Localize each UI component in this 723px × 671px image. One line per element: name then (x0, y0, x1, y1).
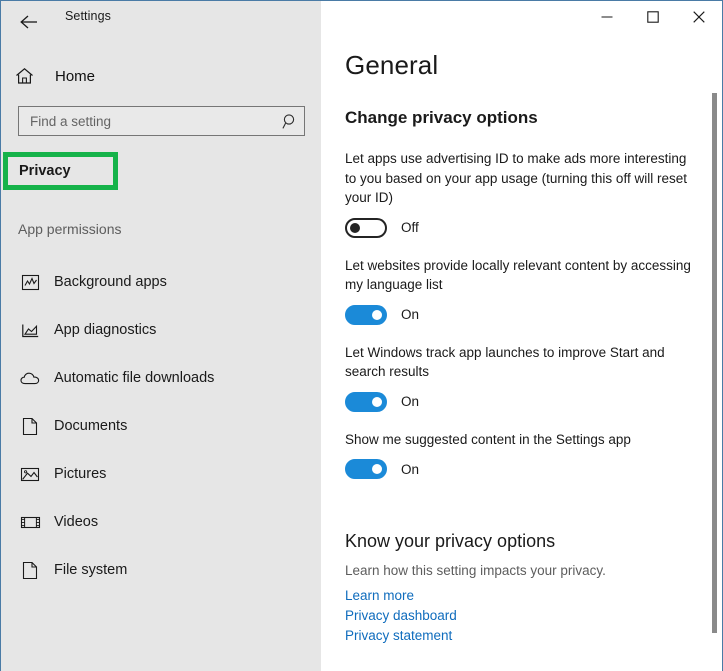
window-titlebar: Settings (1, 1, 321, 47)
suggested-content-toggle[interactable] (345, 459, 387, 479)
toggle-row: On (345, 304, 700, 326)
privacy-links: Learn more Privacy dashboard Privacy sta… (345, 586, 700, 646)
toggle-state-label: On (401, 307, 420, 322)
back-arrow-icon[interactable] (11, 6, 47, 38)
sidebar-section-header: App permissions (18, 221, 122, 237)
section-title: Change privacy options (345, 108, 538, 127)
sidebar-item-label: Automatic file downloads (54, 370, 215, 386)
search-box[interactable] (18, 106, 305, 136)
sidebar-item-label: Pictures (54, 466, 107, 482)
learn-more-link[interactable]: Learn more (345, 586, 414, 606)
sidebar-item-privacy[interactable]: Privacy (3, 152, 118, 190)
search-input[interactable] (19, 107, 276, 135)
sidebar-item-label: Videos (54, 514, 99, 530)
home-icon (15, 67, 49, 85)
picture-icon (19, 463, 41, 485)
window-controls (584, 1, 722, 33)
setting-description: Let apps use advertising ID to make ads … (345, 151, 687, 205)
language-list-toggle[interactable] (345, 304, 387, 325)
sidebar-nav-list: Background apps App diagnostics Automati… (1, 258, 321, 594)
toggle-row: Off (345, 217, 700, 239)
app-title: Settings (65, 9, 111, 23)
sidebar-item-privacy-label: Privacy (19, 163, 71, 179)
sidebar-item-label: File system (54, 562, 128, 578)
setting-description: Show me suggested content in the Setting… (345, 431, 631, 447)
setting-language-list: Let websites provide locally relevant co… (345, 256, 700, 326)
sidebar: Settings Home Privacy (1, 1, 321, 671)
toggle-state-label: On (401, 394, 420, 409)
content-pane: General Change privacy options Let apps … (322, 1, 722, 671)
sidebar-item-home-label: Home (55, 67, 96, 85)
sidebar-item-background-apps[interactable]: Background apps (1, 258, 321, 306)
know-your-privacy-options-section: Know your privacy options Learn how this… (345, 531, 700, 646)
scrollbar-thumb[interactable] (712, 93, 717, 633)
sidebar-item-app-diagnostics[interactable]: App diagnostics (1, 306, 321, 354)
sidebar-item-label: Background apps (54, 274, 167, 290)
sidebar-item-label: Documents (54, 418, 128, 434)
advertising-id-toggle[interactable] (345, 217, 387, 238)
sidebar-item-pictures[interactable]: Pictures (1, 450, 321, 498)
setting-suggested-content: Show me suggested content in the Setting… (345, 430, 700, 481)
page-title: General (345, 50, 439, 80)
video-icon (19, 511, 41, 533)
cloud-icon (19, 367, 41, 389)
content-scrollbar[interactable] (709, 33, 721, 671)
sidebar-item-home[interactable]: Home (1, 59, 321, 93)
sidebar-item-automatic-file-downloads[interactable]: Automatic file downloads (1, 354, 321, 402)
privacy-dashboard-link[interactable]: Privacy dashboard (345, 606, 457, 626)
toggle-state-label: Off (401, 220, 419, 235)
toggle-row: On (345, 391, 700, 413)
settings-list: Let apps use advertising ID to make ads … (345, 149, 700, 497)
setting-advertising-id: Let apps use advertising ID to make ads … (345, 149, 700, 239)
maximize-icon[interactable] (630, 1, 676, 33)
close-icon[interactable] (676, 1, 722, 33)
setting-description: Let Windows track app launches to improv… (345, 344, 665, 380)
document-icon (19, 415, 41, 437)
app-launch-tracking-toggle[interactable] (345, 391, 387, 412)
file-system-icon (19, 559, 41, 581)
sidebar-item-label: App diagnostics (54, 322, 157, 338)
settings-window: Settings Home Privacy (0, 0, 723, 671)
background-apps-icon (19, 271, 41, 293)
app-diagnostics-icon (19, 319, 41, 341)
setting-description: Let websites provide locally relevant co… (345, 257, 691, 293)
toggle-row: On (345, 458, 700, 480)
know-section-title: Know your privacy options (345, 531, 556, 551)
sidebar-item-documents[interactable]: Documents (1, 402, 321, 450)
minimize-icon[interactable] (584, 1, 630, 33)
know-section-subtitle: Learn how this setting impacts your priv… (345, 563, 606, 578)
toggle-state-label: On (401, 461, 420, 477)
search-icon[interactable] (276, 107, 304, 135)
sidebar-item-videos[interactable]: Videos (1, 498, 321, 546)
sidebar-item-file-system[interactable]: File system (1, 546, 321, 594)
privacy-statement-link[interactable]: Privacy statement (345, 626, 452, 646)
setting-app-launch-tracking: Let Windows track app launches to improv… (345, 343, 700, 413)
